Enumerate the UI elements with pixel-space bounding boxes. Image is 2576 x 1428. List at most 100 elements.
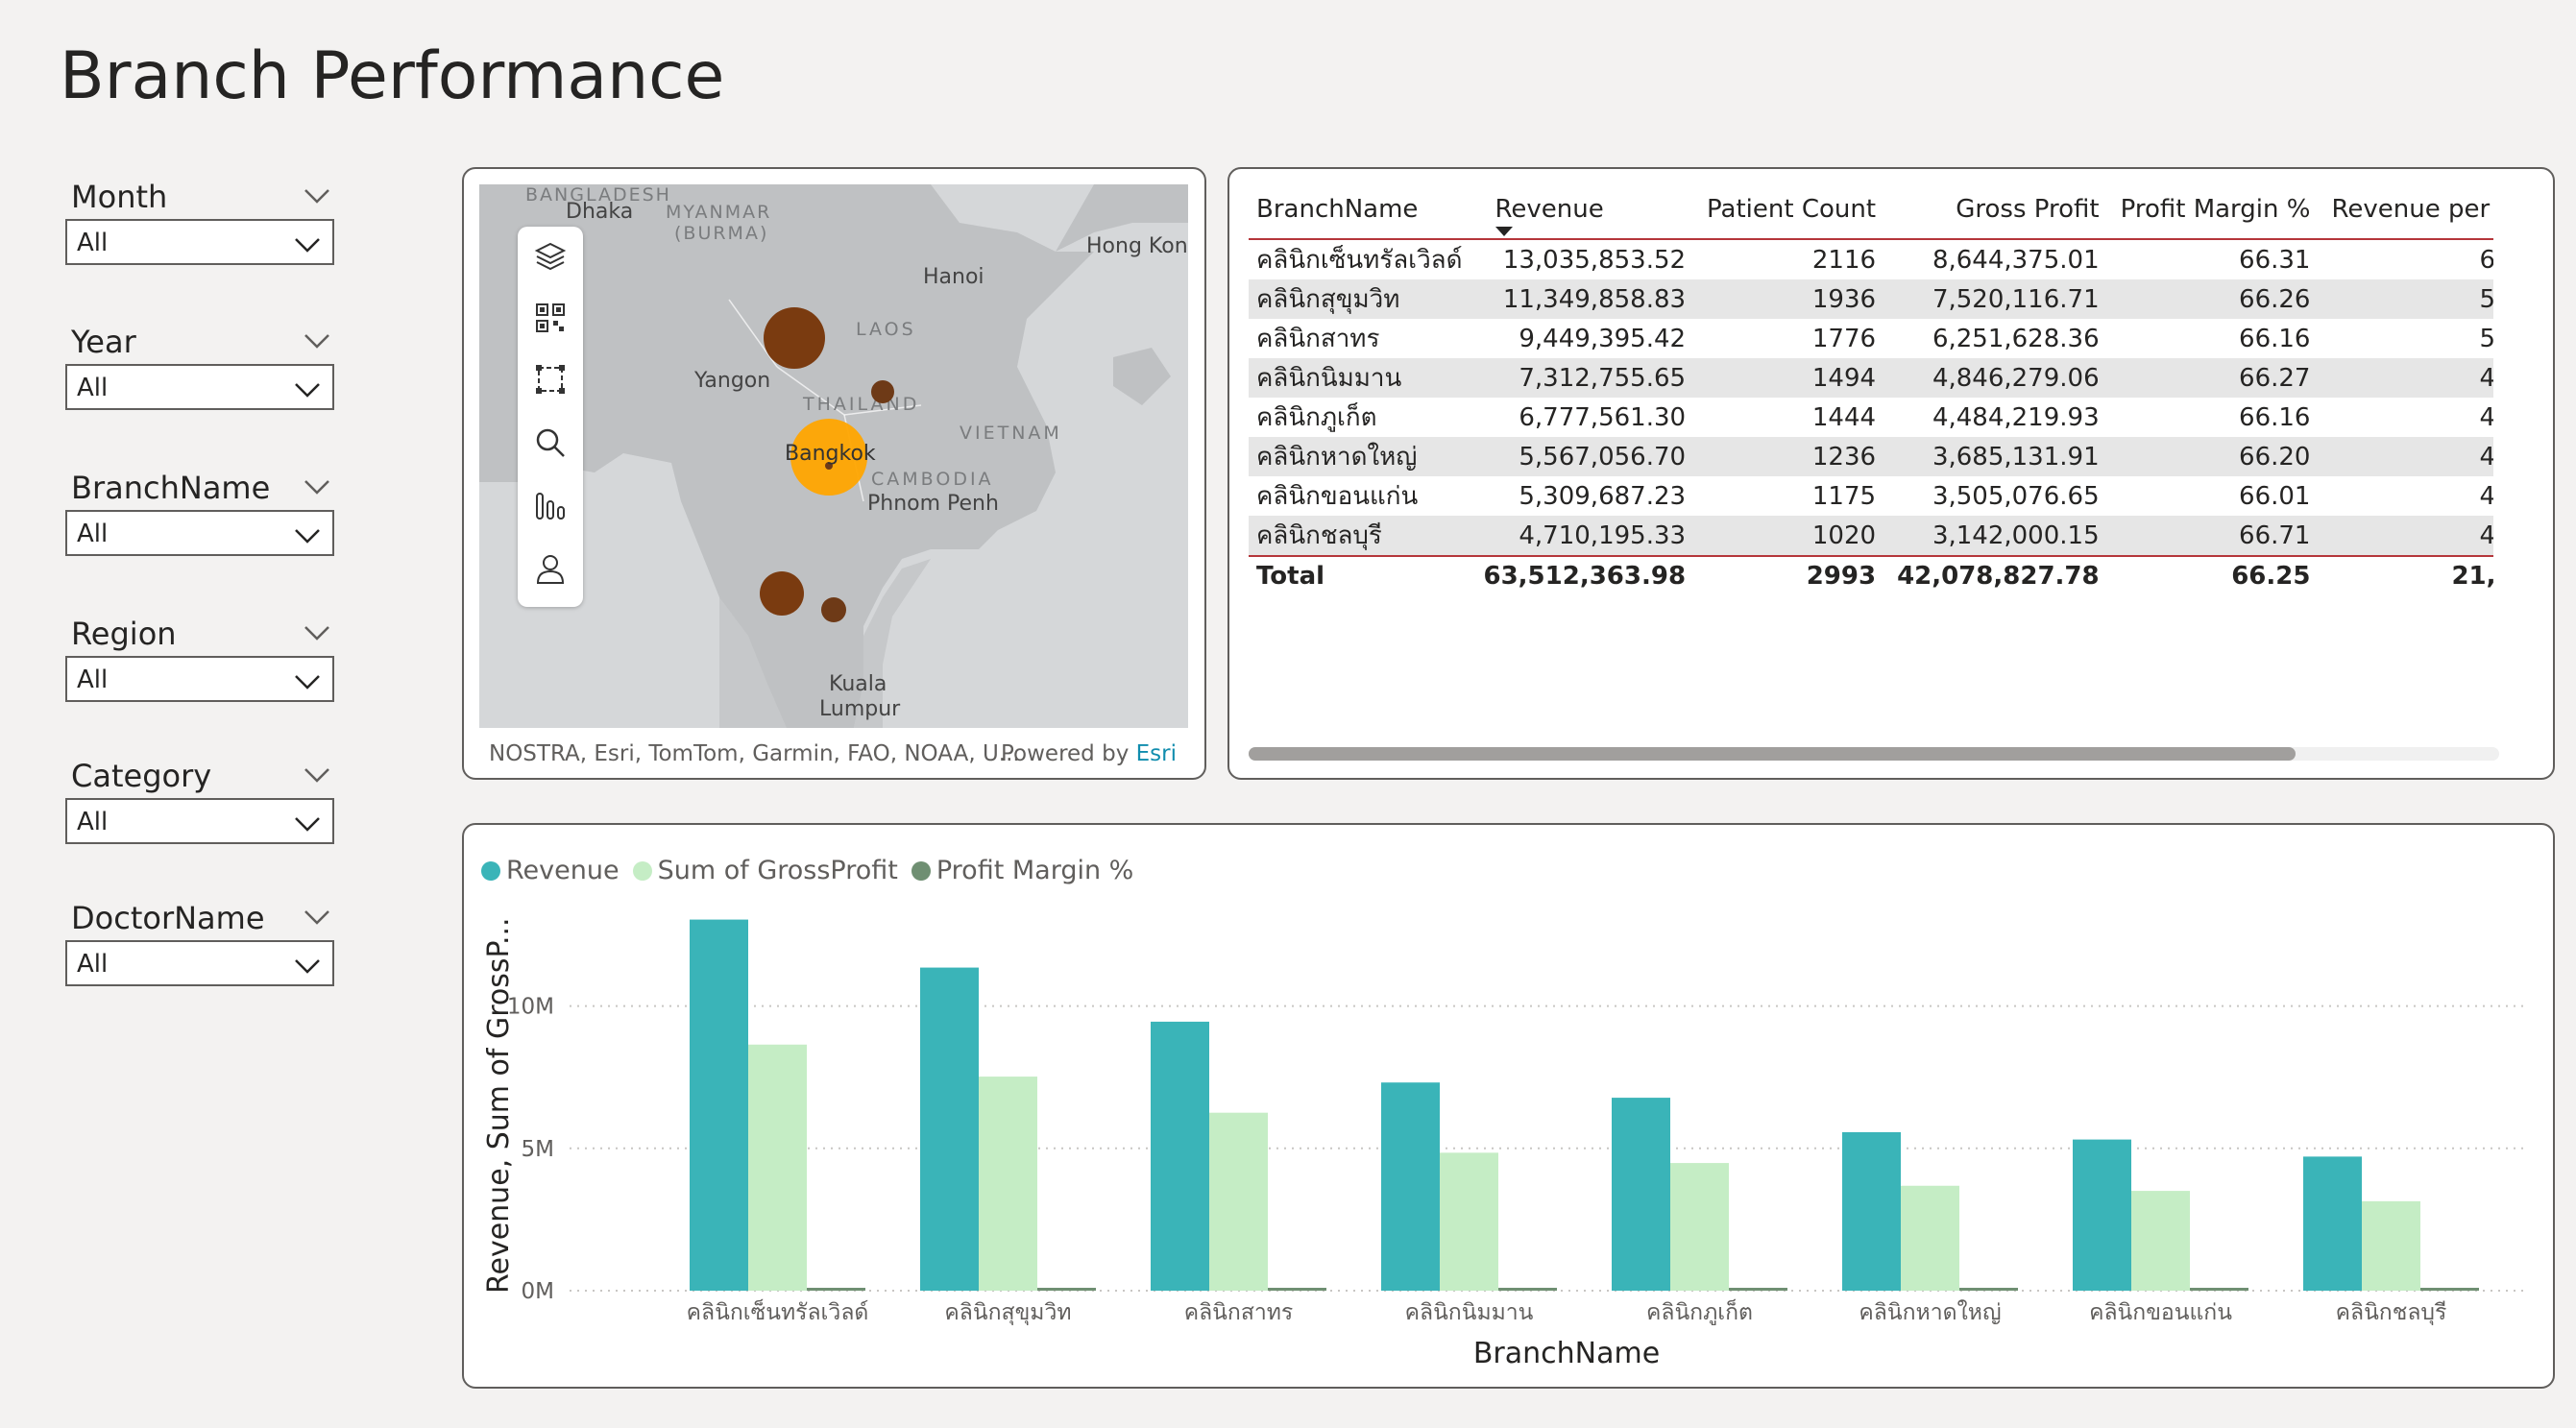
bar-profit-margin-[interactable] [2190,1288,2248,1291]
table-row[interactable]: คลินิกนิมมาน 7,312,755.65 1494 4,846,279.06… [1249,358,2493,398]
chevron-down-icon [295,238,320,253]
bar-sum-of-grossprofit[interactable] [2131,1191,2190,1291]
bar-revenue[interactable] [690,919,748,1291]
table-row[interactable]: คลินิกเซ็นทรัลเวิลด์ 13,035,853.52 2116 8,6… [1249,239,2493,279]
bar-profit-margin-[interactable] [1498,1288,1557,1291]
person-icon[interactable] [534,553,567,586]
slicer-dropdown[interactable]: All [65,510,334,556]
column-header[interactable]: Gross Profit [1887,181,2111,239]
slicer-branchname[interactable]: BranchName All [65,466,334,556]
map-attribution: NOSTRA, Esri, TomTom, Garmin, FAO, NOAA,… [489,741,1020,766]
chart-visual[interactable]: Revenue Sum of GrossProfit Profit Margin… [462,823,2555,1389]
chevron-down-icon[interactable] [304,767,330,783]
chevron-down-icon[interactable] [304,333,330,349]
table-visual[interactable]: BranchName Revenue Patient Count Gross P… [1227,167,2555,780]
slicer-value: All [77,666,109,694]
slicer-category[interactable]: Category All [65,754,334,844]
slicer-dropdown[interactable]: All [65,219,334,265]
bar-sum-of-grossprofit[interactable] [748,1044,807,1291]
y-tick-label: 10M [507,995,554,1020]
map-toolbar [518,227,583,607]
bar-chart-icon[interactable] [534,490,567,522]
map-bubble[interactable] [764,307,825,369]
map-footer: NOSTRA, Esri, TomTom, Garmin, FAO, NOAA,… [479,734,1188,776]
x-tick-label: คลินิกชลบุรี [2336,1300,2447,1325]
bar-sum-of-grossprofit[interactable] [979,1077,1037,1291]
slicer-value: All [77,950,109,979]
bar-sum-of-grossprofit[interactable] [2362,1200,2420,1291]
table-row[interactable]: คลินิกสุขุมวิท 11,349,858.83 1936 7,520,116… [1249,279,2493,319]
table-row[interactable]: คลินิกชลบุรี 4,710,195.33 1020 3,142,000.15… [1249,516,2493,556]
bar-sum-of-grossprofit[interactable] [1901,1185,1959,1291]
table-header-row: BranchName Revenue Patient Count Gross P… [1249,181,2493,239]
table-row[interactable]: คลินิกขอนแก่น 5,309,687.23 1175 3,505,076.6… [1249,476,2493,516]
slicer-label: BranchName [71,470,271,506]
column-header[interactable]: BranchName [1249,181,1474,239]
x-tick-label: คลินิกสาทร [1184,1300,1294,1325]
table-row[interactable]: คลินิกสาทร 9,449,395.42 1776 6,251,628.36 66… [1249,319,2493,358]
bar-profit-margin-[interactable] [1959,1288,2018,1291]
y-tick-label: 0M [522,1279,554,1304]
bar-sum-of-grossprofit[interactable] [1440,1152,1498,1291]
bar-profit-margin-[interactable] [1729,1288,1787,1291]
map-bubble[interactable] [871,380,894,403]
bar-chart: Revenue, Sum of GrossP... BranchName 0M 5… [482,917,2529,1370]
slicer-month[interactable]: Month All [65,175,334,265]
bar-revenue[interactable] [1842,1131,1901,1291]
bar-revenue[interactable] [1381,1082,1440,1291]
bar-revenue[interactable] [920,967,979,1291]
horizontal-scrollbar[interactable] [1249,747,2296,761]
sort-desc-icon [1495,227,1513,236]
chevron-down-icon[interactable] [304,625,330,641]
x-tick-label: คลินิกภูเก็ต [1646,1297,1753,1325]
slicer-doctorname[interactable]: DoctorName All [65,896,334,986]
chevron-down-icon [295,817,320,832]
chevron-down-icon[interactable] [304,479,330,495]
slicer-region[interactable]: Region All [65,612,334,702]
slicer-dropdown[interactable]: All [65,940,334,986]
table-total-row: Total 63,512,363.98 2993 42,078,827.78 66.25… [1249,556,2493,595]
table-row[interactable]: คลินิกหาดใหญ่ 5,567,056.70 1236 3,685,131.9… [1249,437,2493,476]
bar-revenue[interactable] [2303,1156,2362,1291]
qr-grid-icon[interactable] [534,302,567,334]
bar-revenue[interactable] [1612,1098,1670,1291]
x-tick-label: คลินิกหาดใหญ่ [1859,1299,2001,1325]
layers-icon[interactable] [534,240,567,273]
chevron-down-icon[interactable] [304,909,330,925]
slicer-value: All [77,520,109,548]
map-visual[interactable]: BANGLADESH Dhaka MYANMAR (BURMA) Hanoi H… [462,167,1206,780]
page-title: Branch Performance [60,38,725,114]
column-header[interactable]: Patient Count [1697,181,1887,239]
search-icon[interactable] [534,426,567,459]
bar-revenue[interactable] [1151,1021,1209,1291]
chevron-down-icon[interactable] [304,188,330,204]
esri-link[interactable]: Esri [1136,741,1177,766]
slicer-dropdown[interactable]: All [65,798,334,844]
map-powered-by: Powered by Esri [1001,741,1177,766]
map-canvas[interactable]: BANGLADESH Dhaka MYANMAR (BURMA) Hanoi H… [479,184,1188,728]
slicer-dropdown[interactable]: All [65,656,334,702]
bar-profit-margin-[interactable] [2420,1288,2479,1291]
x-tick-label: คลินิกสุขุมวิท [944,1300,1071,1325]
map-bubble[interactable] [821,597,846,622]
slicer-dropdown[interactable]: All [65,364,334,410]
x-tick-label: คลินิกเซ็นทรัลเวิลด์ [687,1297,869,1325]
chevron-down-icon [295,959,320,974]
bar-profit-margin-[interactable] [807,1288,865,1291]
bar-sum-of-grossprofit[interactable] [1209,1112,1268,1291]
map-label-bangkok: Bangkok [785,442,876,466]
select-rect-icon[interactable] [534,363,567,396]
bar-revenue[interactable] [2073,1139,2131,1291]
table-scroll-area[interactable]: BranchName Revenue Patient Count Gross P… [1249,181,2493,738]
bar-sum-of-grossprofit[interactable] [1670,1163,1729,1291]
slicer-label: DoctorName [71,900,265,936]
slicer-label: Category [71,758,212,794]
column-header-sorted[interactable]: Revenue [1474,181,1698,239]
column-header[interactable]: Profit Margin % [2111,181,2322,239]
table-row[interactable]: คลินิกภูเก็ต 6,777,561.30 1444 4,484,219.93… [1249,398,2493,437]
column-header[interactable]: Revenue per Patien [2321,181,2493,239]
bar-profit-margin-[interactable] [1268,1288,1326,1291]
map-bubble[interactable] [760,571,804,616]
bar-profit-margin-[interactable] [1037,1288,1096,1291]
slicer-year[interactable]: Year All [65,320,334,410]
